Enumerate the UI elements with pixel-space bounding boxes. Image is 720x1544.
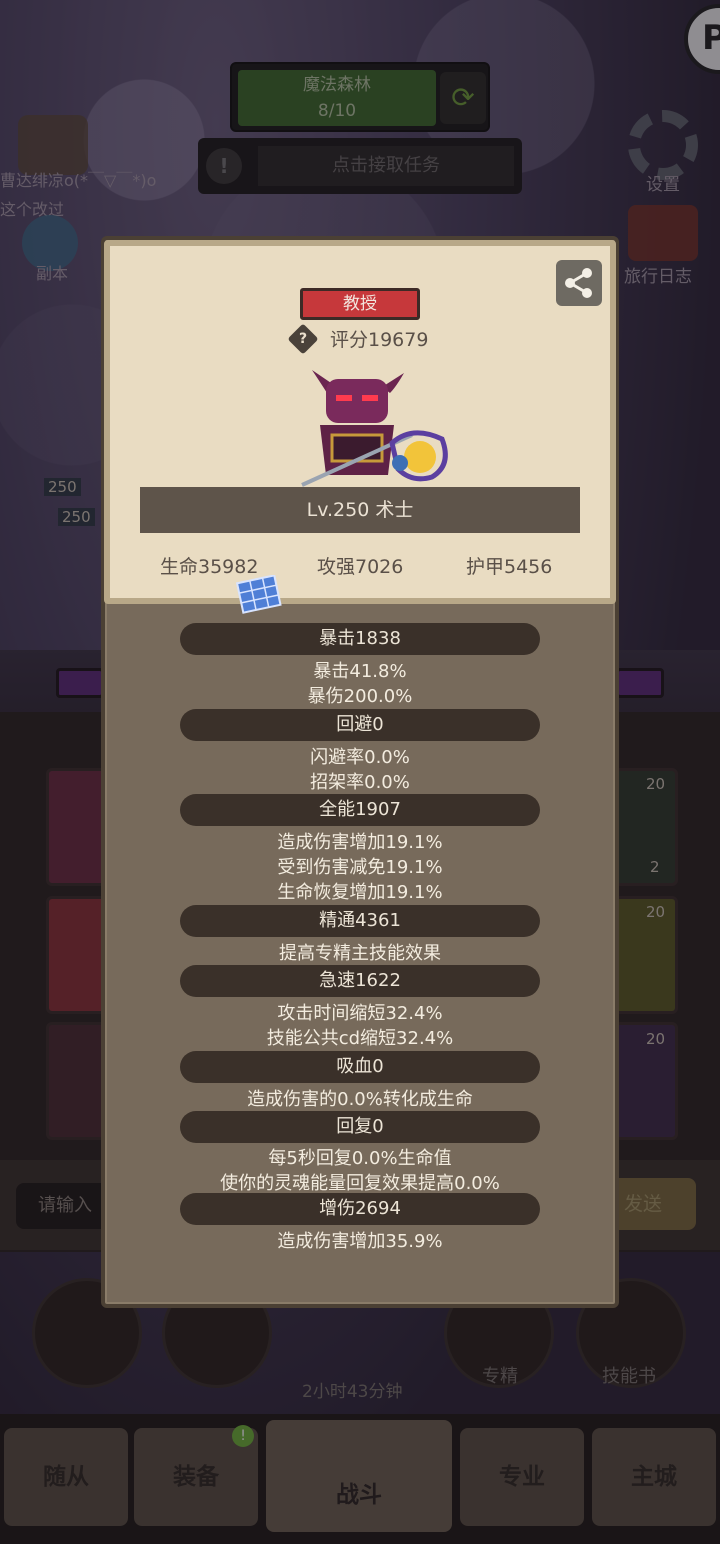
blueprint-icon — [236, 575, 282, 614]
attr-line: 造成伤害增加19.1% — [277, 832, 443, 853]
attr-header-mastery: 精通4361 — [180, 905, 540, 937]
attr-line: 每5秒回复0.0%生命值 — [268, 1148, 452, 1169]
attr-header-crit: 暴击1838 — [180, 623, 540, 655]
attr-line: 受到伤害减免19.1% — [277, 857, 443, 878]
attr-header-regen: 回复0 — [180, 1111, 540, 1143]
attr-line: 造成伤害增加35.9% — [277, 1231, 443, 1252]
character-title-tag: 教授 — [300, 288, 420, 320]
attr-header-avoid: 回避0 — [180, 709, 540, 741]
attr-line: 攻击时间缩短32.4% — [277, 1003, 443, 1024]
share-icon[interactable] — [556, 260, 602, 306]
attr-header-damage: 增伤2694 — [180, 1193, 540, 1225]
warlock-character-sprite — [301, 370, 448, 487]
attr-line: 使你的灵魂能量回复效果提高0.0% — [220, 1173, 500, 1194]
stat-attack: 攻强7026 — [317, 556, 404, 578]
question-mark-glyph: ? — [298, 331, 308, 347]
attr-header-versatility: 全能1907 — [180, 794, 540, 826]
attr-line: 提高专精主技能效果 — [279, 943, 441, 964]
level-class-bar: Lv.250 术士 — [140, 487, 580, 533]
character-score: 评分19679 — [330, 329, 429, 351]
attr-header-leech: 吸血0 — [180, 1051, 540, 1083]
attr-line: 招架率0.0% — [310, 772, 410, 793]
attr-line: 暴伤200.0% — [307, 686, 413, 707]
attr-header-haste: 急速1622 — [180, 965, 540, 997]
attr-line: 暴击41.8% — [313, 661, 407, 682]
attr-line: 闪避率0.0% — [310, 747, 410, 768]
attr-line: 生命恢复增加19.1% — [277, 882, 443, 903]
attr-line: 技能公共cd缩短32.4% — [266, 1028, 454, 1049]
attr-line: 造成伤害的0.0%转化成生命 — [247, 1089, 473, 1110]
stat-armor: 护甲5456 — [466, 556, 553, 578]
